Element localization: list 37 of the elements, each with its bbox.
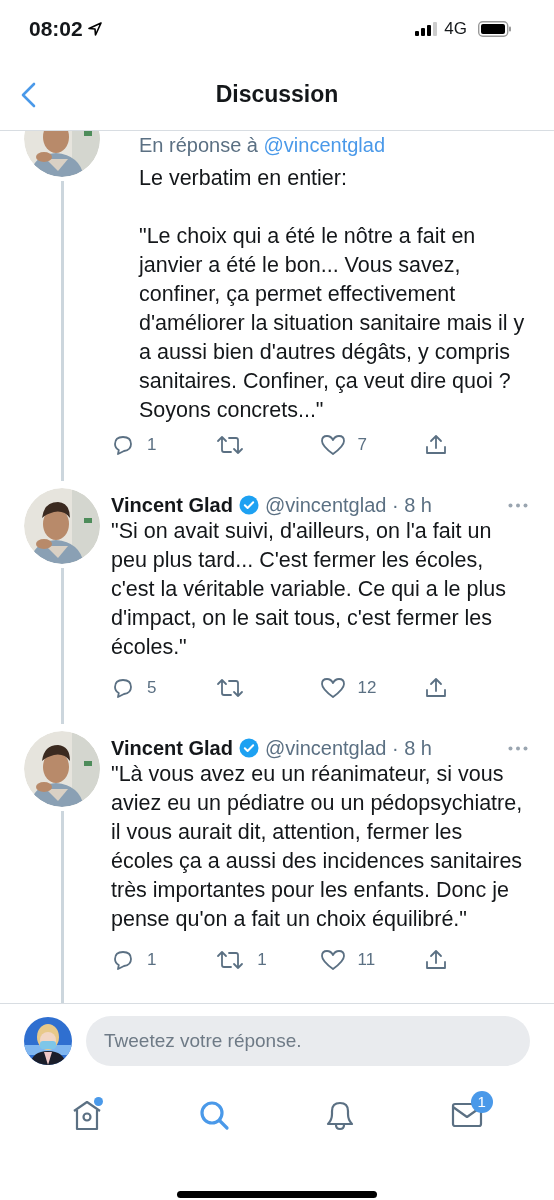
back-icon[interactable] [20,82,36,108]
handle-time: @vincentglad · 8 h [264,736,433,760]
location-icon [87,22,102,36]
replie-count: 1 [147,950,157,970]
retweet-icon[interactable] [215,676,246,700]
unread-badge: 1 [470,1091,493,1113]
tweet-text: "Là vous avez eu un réanimateur, si vous aviez eu un pédiatre ou un pédopsychiatre, il vous aurait dit, attention, fermer les écoles ça a aussi des incidences sanitaires très importantes pour les enfants. Donc je pense qu'on a fait un choix équilibré." [111,761,524,933]
like-count: 12 [357,678,377,698]
share-icon[interactable] [423,676,448,700]
share-icon[interactable] [423,433,448,457]
reply-icon[interactable] [111,676,135,700]
share-icon[interactable] [423,948,448,972]
replie-count: 5 [147,678,157,698]
like-count: 7 [357,435,367,455]
network-label: 4G [444,19,467,39]
heart-icon[interactable] [319,948,346,972]
retweet-count: 1 [257,950,267,970]
author-name[interactable]: Vincent Glad [111,736,233,760]
search-icon[interactable] [197,1099,230,1131]
retweet-icon[interactable] [215,433,246,457]
replie-count: 1 [147,435,157,455]
author-name[interactable]: Vincent Glad [111,493,233,517]
heart-icon[interactable] [319,676,346,700]
reply-icon[interactable] [111,948,135,972]
clock: 08:02 [29,17,83,41]
heart-icon[interactable] [319,433,346,457]
like-count: 11 [357,950,376,970]
battery-icon [478,21,512,37]
reply-field[interactable]: Tweetez votre réponse. [86,1016,530,1066]
reply-icon[interactable] [111,433,135,457]
retweet-icon[interactable] [215,948,246,972]
signal-icon [415,22,438,36]
reply-context: En réponse à @vincentglad [139,133,386,158]
handle-time: @vincentglad · 8 h [264,493,433,517]
tweet-text: Le verbatim en entier: "Le choix qui a été le nôtre a fait en janvier a été le bon... Vous savez, confiner, ça permet effectivement d'améliorer la situation sanitaire mais il y a aussi bien d'autres dégâts, y compris sanitaires. Confiner, ça veut dire quoi ? Soyons concrets..." [139,165,526,424]
tweet-text: "Si on avait suivi, d'ailleurs, on l'a fait un peu plus tard... C'est fermer les écoles, c'est la véritable variable. Ce qui a le plus d'impact, on le sait tous, c'est fermer les écoles." [111,518,507,661]
screen-title: Discussion [215,80,339,108]
